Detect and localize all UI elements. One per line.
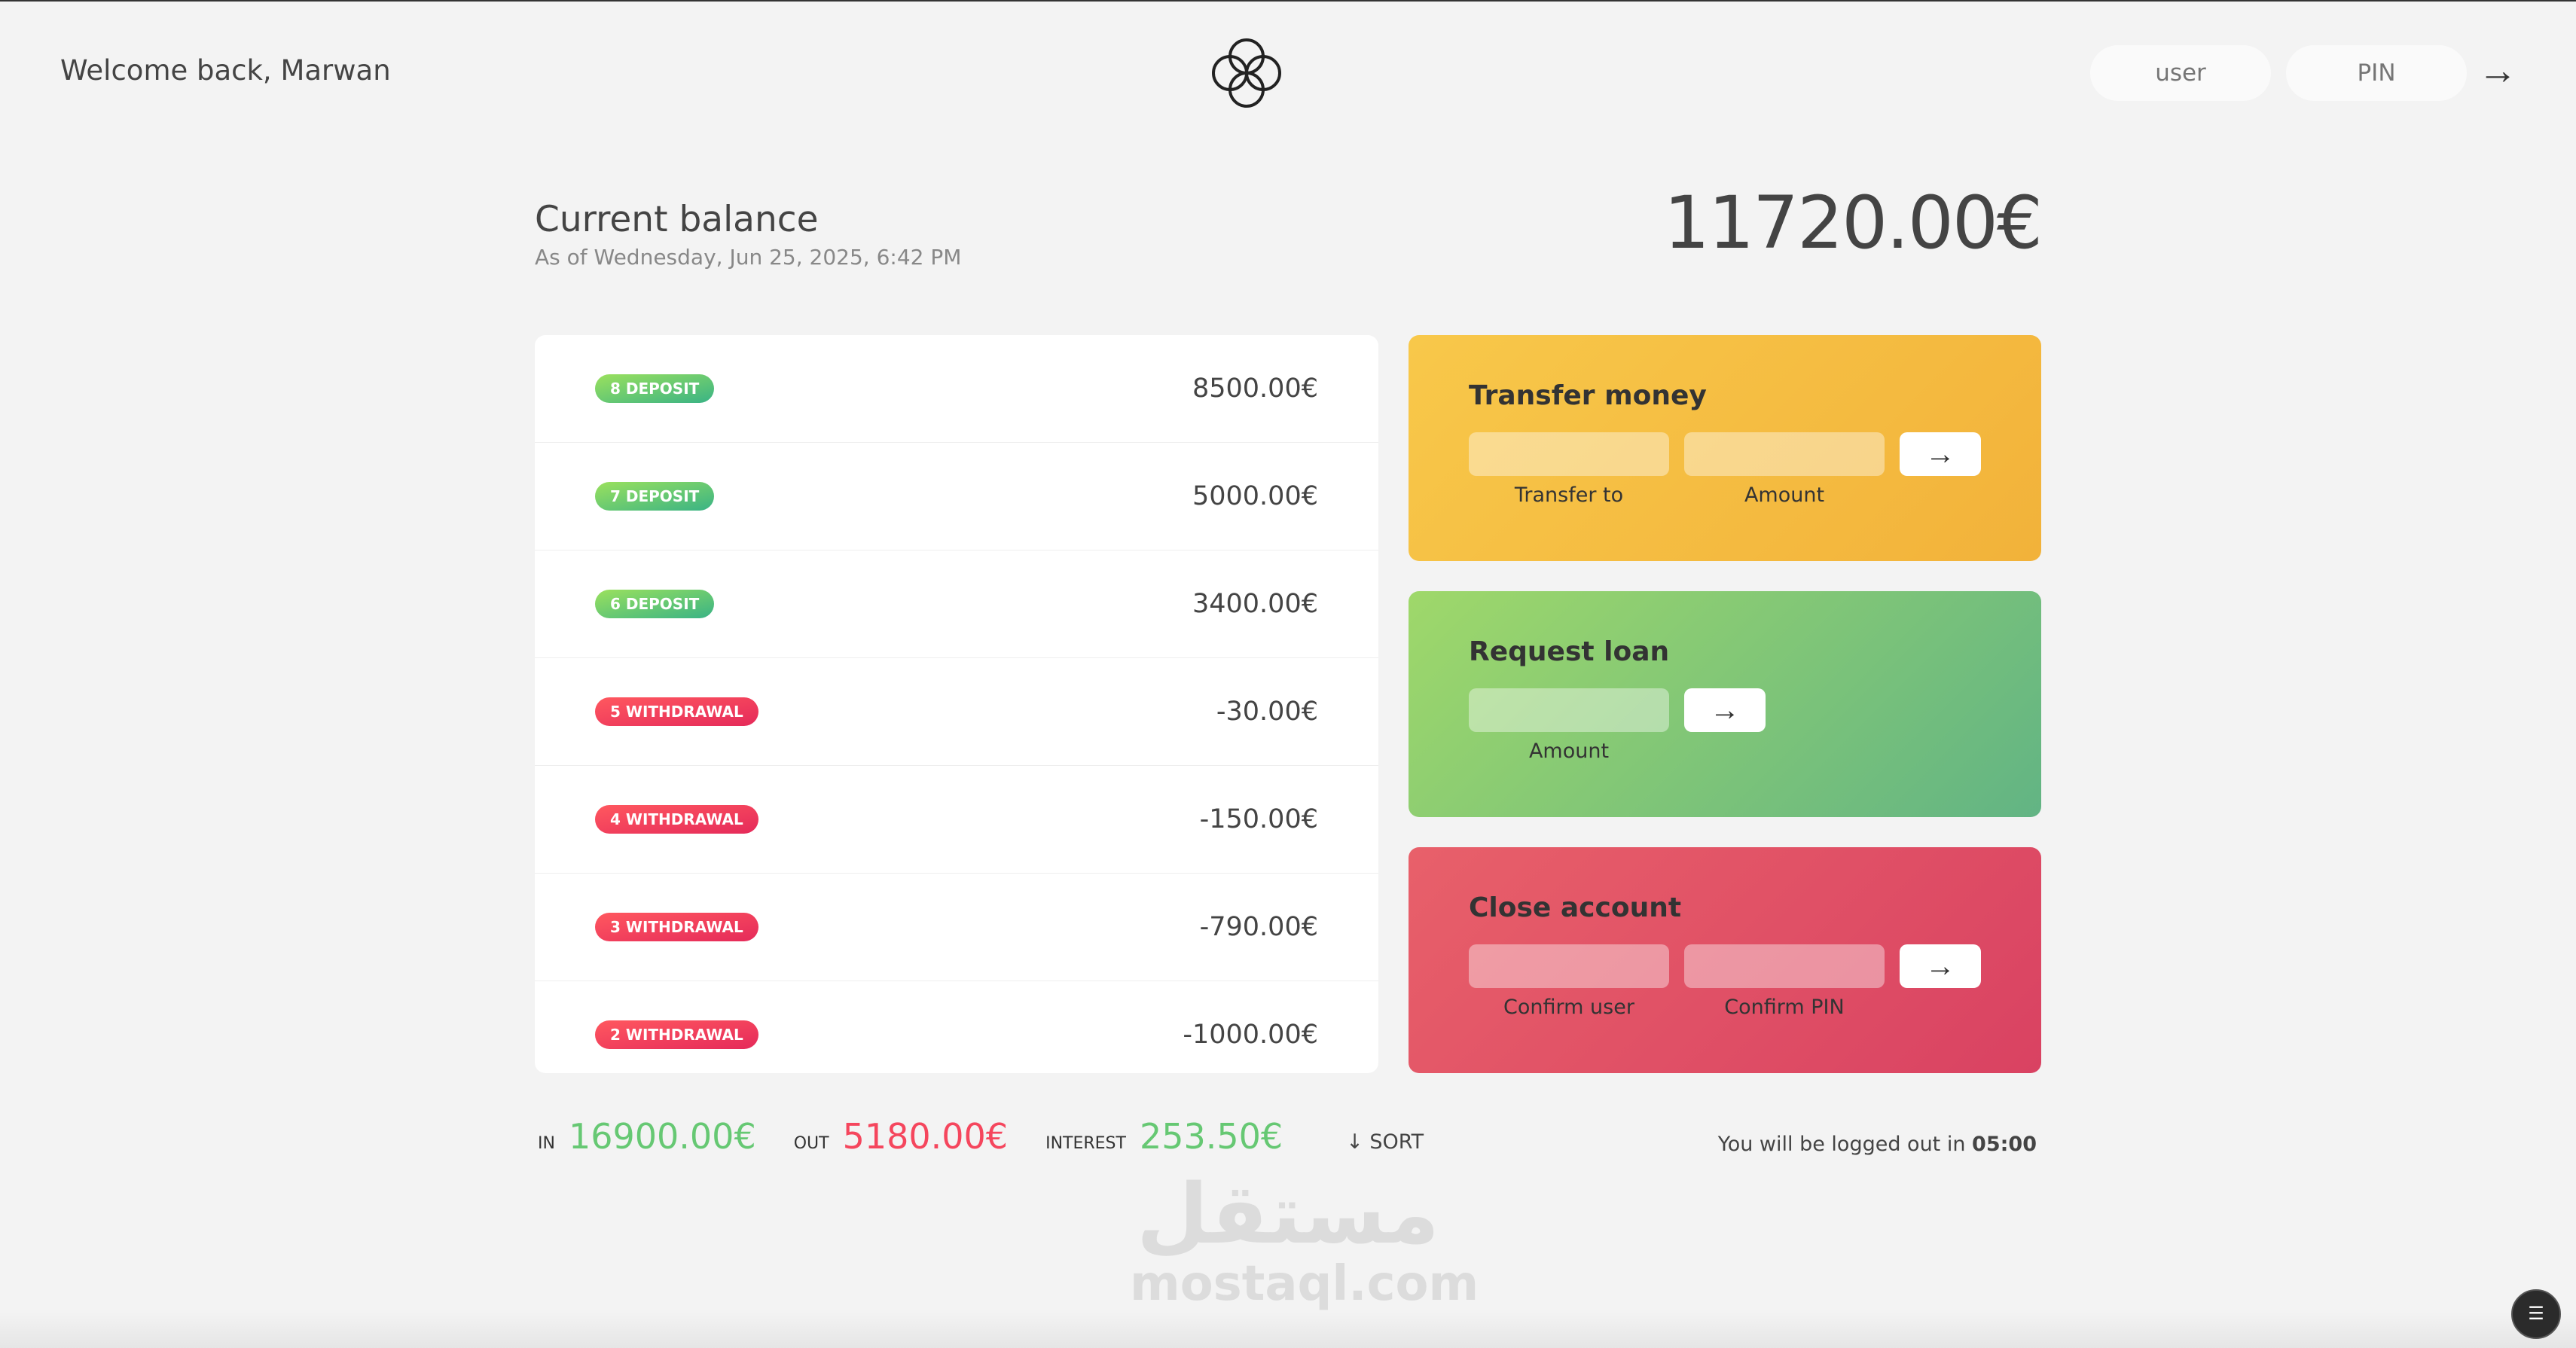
movement-value: -30.00€: [1216, 697, 1318, 727]
watermark: مستقل mostaql.com: [1130, 1166, 1479, 1312]
confirm-pin-input[interactable]: [1684, 944, 1885, 988]
top-nav: Welcome back, Marwan →: [0, 2, 2576, 145]
loan-form: → Amount: [1469, 688, 1981, 779]
movement-value: 8500.00€: [1192, 374, 1318, 404]
summary-out-label: Out: [793, 1134, 829, 1153]
transfer-submit-button[interactable]: →: [1900, 432, 1981, 476]
bank-logo-icon: [1212, 38, 1281, 108]
transfer-form: → Transfer to Amount: [1469, 432, 1981, 523]
movement-value: -1000.00€: [1183, 1020, 1318, 1050]
movement-row: 8 deposit 8500.00€: [535, 335, 1378, 443]
close-account-submit-button[interactable]: →: [1900, 944, 1981, 988]
loan-submit-button[interactable]: →: [1684, 688, 1766, 732]
movement-value: 5000.00€: [1192, 481, 1318, 511]
login-button[interactable]: →: [2478, 51, 2517, 90]
summary-interest-value: 253.50€: [1139, 1116, 1283, 1157]
balance-date: As of Wednesday, Jun 25, 2025, 6:42 PM: [535, 245, 962, 270]
movement-row: 6 deposit 3400.00€: [535, 550, 1378, 658]
login-pin-input[interactable]: [2286, 45, 2467, 101]
movement-type-badge: 2 withdrawal: [595, 1020, 758, 1049]
movement-value: -790.00€: [1199, 912, 1318, 942]
menu-list-icon[interactable]: ☰: [2511, 1289, 2561, 1339]
login-user-input[interactable]: [2090, 45, 2271, 101]
transfer-amount-input[interactable]: [1684, 432, 1885, 476]
logout-text: You will be logged out in: [1717, 1133, 1973, 1156]
balance-label: Current balance: [535, 199, 819, 240]
watermark-latin: mostaql.com: [1130, 1256, 1479, 1312]
close-account-panel: Close account → Confirm user Confirm PIN: [1409, 847, 2041, 1073]
movement-type-badge: 7 deposit: [595, 482, 715, 511]
loan-amount-label: Amount: [1528, 740, 1610, 763]
movement-type-badge: 4 withdrawal: [595, 805, 758, 834]
movements-list: 8 deposit 8500.00€ 7 deposit 5000.00€ 6 …: [535, 335, 1378, 1073]
transfer-to-input[interactable]: [1469, 432, 1669, 476]
summary-in-value: 16900.00€: [568, 1116, 756, 1157]
movement-type-badge: 5 withdrawal: [595, 697, 758, 726]
bottom-shadow: [0, 1312, 2576, 1348]
transfer-title: Transfer money: [1469, 380, 1707, 411]
movement-row: 3 withdrawal -790.00€: [535, 874, 1378, 981]
movement-value: 3400.00€: [1192, 589, 1318, 619]
summary-interest-label: Interest: [1045, 1134, 1126, 1153]
summary-bar: In 16900.00€ Out 5180.00€ Interest 253.5…: [538, 1116, 1424, 1157]
confirm-user-label: Confirm user: [1503, 996, 1634, 1019]
summary-in-label: In: [538, 1134, 555, 1153]
confirm-pin-label: Confirm PIN: [1724, 996, 1845, 1019]
welcome-message: Welcome back, Marwan: [60, 54, 391, 87]
movement-type-badge: 6 deposit: [595, 590, 715, 618]
confirm-user-input[interactable]: [1469, 944, 1669, 988]
movement-value: -150.00€: [1199, 804, 1318, 834]
sort-button[interactable]: ↓ SORT: [1346, 1130, 1424, 1154]
movement-row: 5 withdrawal -30.00€: [535, 658, 1378, 766]
transfer-panel: Transfer money → Transfer to Amount: [1409, 335, 2041, 561]
movement-row: 7 deposit 5000.00€: [535, 443, 1378, 550]
movement-type-badge: 8 deposit: [595, 374, 715, 403]
loan-amount-input[interactable]: [1469, 688, 1669, 732]
loan-title: Request loan: [1469, 636, 1670, 667]
movement-row: 4 withdrawal -150.00€: [535, 766, 1378, 874]
movement-type-badge: 3 withdrawal: [595, 913, 758, 941]
logout-timer: You will be logged out in 05:00: [1718, 1133, 2037, 1156]
loan-panel: Request loan → Amount: [1409, 591, 2041, 817]
summary-out-value: 5180.00€: [842, 1116, 1009, 1157]
movement-row: 2 withdrawal -1000.00€: [535, 981, 1378, 1073]
balance-value: 11720.00€: [1663, 181, 2043, 265]
watermark-arabic: مستقل: [1136, 1166, 1440, 1262]
close-account-form: → Confirm user Confirm PIN: [1469, 944, 1981, 1035]
transfer-amount-label: Amount: [1744, 483, 1825, 507]
logout-time: 05:00: [1972, 1133, 2037, 1156]
close-account-title: Close account: [1469, 892, 1682, 923]
transfer-to-label: Transfer to: [1514, 483, 1624, 507]
